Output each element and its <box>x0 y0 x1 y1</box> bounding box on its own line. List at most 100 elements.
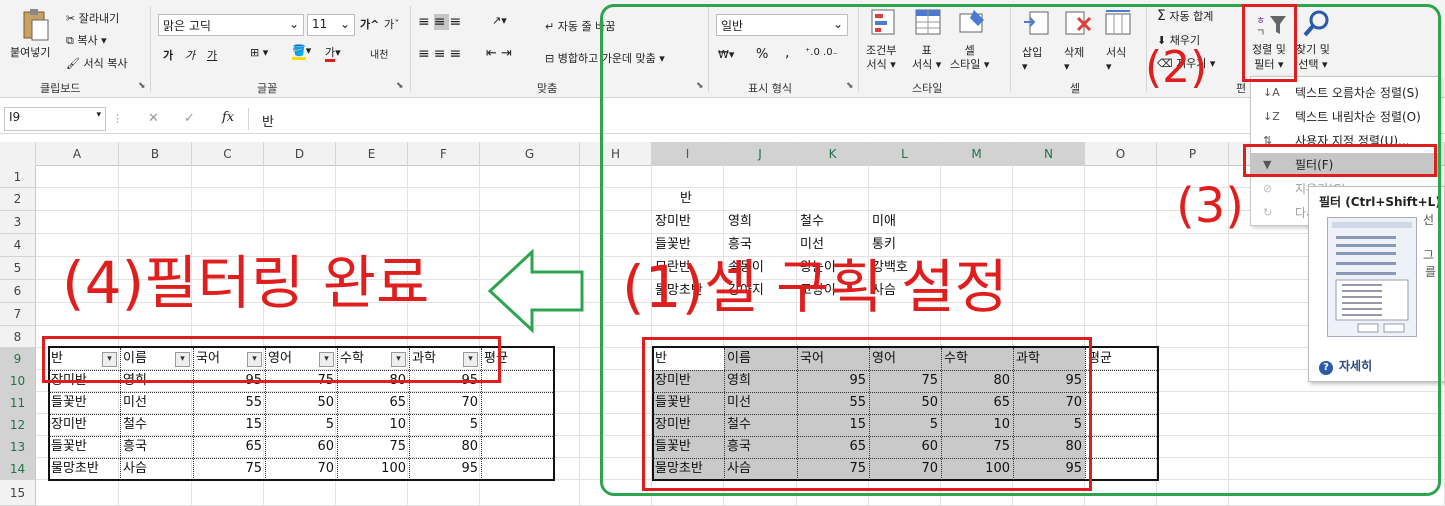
column-header[interactable]: C <box>192 142 264 166</box>
shrink-font-button[interactable]: 가ˇ <box>384 16 400 32</box>
underline-button[interactable]: 가 <box>207 47 217 63</box>
chevron-down-icon: ⌄ <box>339 17 350 31</box>
cell[interactable]: 100 <box>340 458 406 480</box>
phonetic-button[interactable]: 내천 <box>370 46 388 61</box>
chevron-down-icon: ⌄ <box>288 17 299 31</box>
cell[interactable]: 사슴 <box>123 458 190 480</box>
merge-icon: ⊟ <box>545 52 555 65</box>
cut-button[interactable]: ✂ 잘라내기 <box>66 10 119 26</box>
row-header[interactable]: 8 <box>0 326 36 348</box>
font-name-value: 맑은 고딕 <box>163 19 211 33</box>
row-header[interactable]: 4 <box>0 234 36 257</box>
fx-button[interactable]: fx <box>222 110 234 125</box>
annotation-step2: (2) <box>1145 42 1208 93</box>
font-size-select[interactable]: 11 ⌄ <box>307 14 355 36</box>
row-header[interactable]: 6 <box>0 280 36 303</box>
cell[interactable]: 60 <box>268 436 334 458</box>
align-center-icon: ≡ <box>433 46 450 62</box>
formula-input[interactable]: 반 <box>262 111 274 130</box>
name-box[interactable]: I9 ▾ <box>4 107 106 131</box>
format-painter-label: 서식 복사 <box>83 57 128 70</box>
cell[interactable]: 70 <box>412 392 478 414</box>
cell[interactable]: 5 <box>268 414 334 436</box>
column-header[interactable]: A <box>36 142 119 166</box>
indent-icon: ⇥ <box>501 46 512 61</box>
annotation-step3: (3) <box>1176 178 1244 234</box>
orientation-button[interactable]: ↗▾ <box>492 14 507 27</box>
copy-label: 복사 <box>77 34 98 47</box>
align-middle-icon: ≡ <box>433 14 450 30</box>
excel-window: 붙여넣기 ✂ 잘라내기 ⧉ 복사 ▾ 🖌 서식 복사 클립보드 ⬊ 맑은 고딕 ⌄… <box>0 0 1445 506</box>
row-header[interactable]: 3 <box>0 211 36 234</box>
cell[interactable]: 95 <box>412 458 478 480</box>
border-button[interactable]: ⊞ ▾ <box>250 46 268 59</box>
cell[interactable]: 55 <box>196 392 262 414</box>
row-header[interactable]: 10 <box>0 370 36 392</box>
cell[interactable]: 장미반 <box>51 414 117 436</box>
cell[interactable]: 들꽃반 <box>51 392 117 414</box>
row-header[interactable]: 1 <box>0 166 36 188</box>
copy-button[interactable]: ⧉ 복사 ▾ <box>66 32 107 48</box>
cell[interactable]: 70 <box>268 458 334 480</box>
dialog-launcher-icon[interactable]: ⬊ <box>138 81 146 91</box>
cell[interactable]: 미선 <box>123 392 190 414</box>
cell[interactable]: 75 <box>196 458 262 480</box>
group-font: 글꼴 <box>257 82 278 95</box>
column-header[interactable]: B <box>119 142 192 166</box>
annotation-filter-box <box>1243 144 1437 177</box>
row-header[interactable]: 11 <box>0 392 36 414</box>
paste-icon[interactable] <box>20 8 50 42</box>
font-color-label: 가 <box>325 46 336 62</box>
outdent-icon: ⇤ <box>486 46 497 61</box>
cell[interactable]: 80 <box>412 436 478 458</box>
align-bottom-icon: ≡ <box>449 14 466 30</box>
annotation-header-box <box>42 336 501 383</box>
cell[interactable]: 65 <box>196 436 262 458</box>
column-header[interactable]: G <box>480 142 580 166</box>
cell[interactable]: 5 <box>412 414 478 436</box>
row-header[interactable]: 15 <box>0 480 36 506</box>
vertical-align-buttons[interactable]: ≡≡≡ <box>418 14 465 30</box>
dialog-launcher-icon[interactable]: ⬊ <box>396 81 404 91</box>
row-header[interactable]: 13 <box>0 436 36 458</box>
row-header[interactable]: 2 <box>0 188 36 211</box>
cell[interactable]: 들꽃반 <box>51 436 117 458</box>
indent-buttons[interactable]: ⇤ ⇥ <box>486 46 512 61</box>
row-header[interactable]: 7 <box>0 303 36 326</box>
row-header[interactable]: 5 <box>0 257 36 280</box>
align-top-icon: ≡ <box>418 14 434 30</box>
font-name-select[interactable]: 맑은 고딕 ⌄ <box>158 14 304 36</box>
row-header[interactable]: 12 <box>0 414 36 436</box>
fill-color-button[interactable]: 🪣▾ <box>292 44 311 60</box>
font-color-button[interactable]: 가▾ <box>325 44 341 62</box>
wrap-icon: ↵ <box>545 20 555 33</box>
cell[interactable]: 철수 <box>123 414 190 436</box>
annotation-selection-box <box>642 337 1092 491</box>
cell[interactable]: 75 <box>340 436 406 458</box>
column-header[interactable]: F <box>408 142 480 166</box>
cell[interactable]: 물망초반 <box>51 458 117 480</box>
column-header[interactable]: E <box>336 142 408 166</box>
select-all-corner[interactable] <box>0 142 36 166</box>
separator <box>410 6 411 92</box>
cancel-icon[interactable]: ✕ <box>148 111 159 126</box>
column-header[interactable]: D <box>264 142 336 166</box>
paste-button[interactable]: 붙여넣기 <box>10 44 50 60</box>
enter-icon[interactable]: ✓ <box>184 111 195 126</box>
bold-button[interactable]: 가 <box>163 47 173 63</box>
cut-label: 잘라내기 <box>78 12 120 25</box>
italic-button[interactable]: 가 <box>185 47 195 63</box>
cell[interactable]: 15 <box>196 414 262 436</box>
horizontal-align-buttons[interactable]: ≡≡≡ <box>418 46 465 62</box>
cell[interactable]: 10 <box>340 414 406 436</box>
align-left-icon: ≡ <box>418 46 434 62</box>
align-right-icon: ≡ <box>449 46 466 62</box>
grow-font-button[interactable]: 가^ <box>360 16 379 32</box>
row-header[interactable]: 9 <box>0 348 36 370</box>
row-header[interactable]: 14 <box>0 458 36 480</box>
cell[interactable]: 흥국 <box>123 436 190 458</box>
grow-font-label: 가 <box>360 18 371 31</box>
cell[interactable]: 50 <box>268 392 334 414</box>
format-painter-button[interactable]: 🖌 서식 복사 <box>66 55 127 71</box>
cell[interactable]: 65 <box>340 392 406 414</box>
